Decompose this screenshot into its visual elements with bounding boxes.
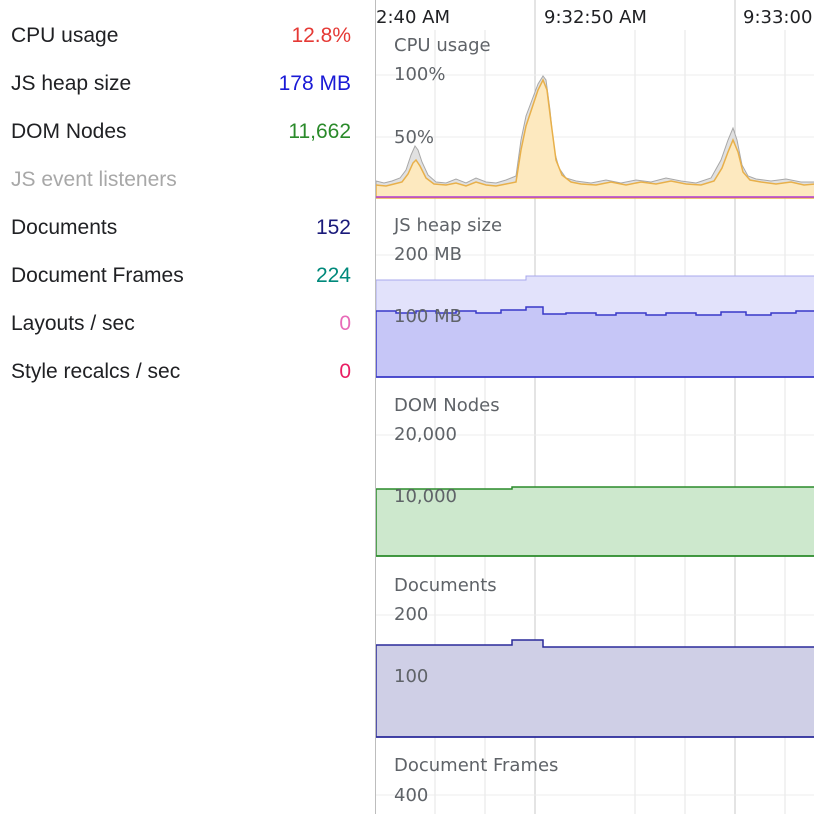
metric-cpu-usage[interactable]: CPU usage 12.8% [11,21,351,51]
metric-layouts-per-sec[interactable]: Layouts / sec 0 [11,309,351,339]
documents-chart: Documents 200 100 [376,575,814,738]
axis-tick: 100% [394,64,445,85]
metric-label: JS event listeners [11,168,177,191]
metric-documents[interactable]: Documents 152 [11,213,351,243]
metric-label: DOM Nodes [11,120,127,143]
chart-title: CPU usage [394,35,491,56]
timeline-label: 9:33:00 [743,7,812,28]
js-heap-size-chart: JS heap size 200 MB 100 MB [376,215,814,378]
metric-dom-nodes[interactable]: DOM Nodes 11,662 [11,117,351,147]
cpu-usage-chart: CPU usage 100% 50% [376,35,814,199]
metric-value: 0 [339,312,351,335]
metric-js-heap-size[interactable]: JS heap size 178 MB [11,69,351,99]
axis-tick: 20,000 [394,424,457,445]
performance-charts[interactable]: 2:40 AM 9:32:50 AM 9:33:00 CPU usage 100… [375,0,814,814]
metric-label: Style recalcs / sec [11,360,181,383]
axis-tick: 400 [394,785,428,806]
cpu-usage-area [376,78,814,199]
axis-tick: 200 [394,604,428,625]
metrics-panel: CPU usage 12.8% JS heap size 178 MB DOM … [0,0,375,814]
axis-tick: 50% [394,127,434,148]
chart-title: JS heap size [393,215,502,236]
dom-nodes-chart: DOM Nodes 20,000 10,000 [376,395,814,557]
metric-value: 12.8% [291,24,351,47]
metric-value: 178 MB [278,72,351,95]
documents-area [376,639,814,738]
metric-value: 224 [315,264,351,287]
metric-label: JS heap size [11,72,132,95]
timeline-label: 2:40 AM [376,7,450,28]
metric-label: Documents [11,216,118,239]
timeline-axis: 2:40 AM 9:32:50 AM 9:33:00 [376,7,812,28]
chart-title: DOM Nodes [394,395,500,416]
document-frames-chart: Document Frames 400 [394,755,558,806]
metric-label: CPU usage [11,24,119,47]
axis-tick: 200 MB [394,244,462,265]
axis-tick: 10,000 [394,486,457,507]
metric-style-recalcs-per-sec[interactable]: Style recalcs / sec 0 [11,357,351,387]
metric-value: 0 [339,360,351,383]
metric-js-event-listeners[interactable]: JS event listeners [11,165,351,195]
metric-label: Layouts / sec [11,312,135,335]
timeline-label: 9:32:50 AM [544,7,647,28]
chart-title: Document Frames [394,755,558,776]
metric-document-frames[interactable]: Document Frames 224 [11,261,351,291]
metric-label: Document Frames [11,264,184,287]
axis-tick: 100 [394,666,428,687]
axis-tick: 100 MB [394,306,462,327]
metric-value: 152 [315,216,351,239]
chart-title: Documents [394,575,497,596]
metric-value: 11,662 [288,120,351,143]
charts-canvas: 2:40 AM 9:32:50 AM 9:33:00 CPU usage 100… [376,0,814,814]
